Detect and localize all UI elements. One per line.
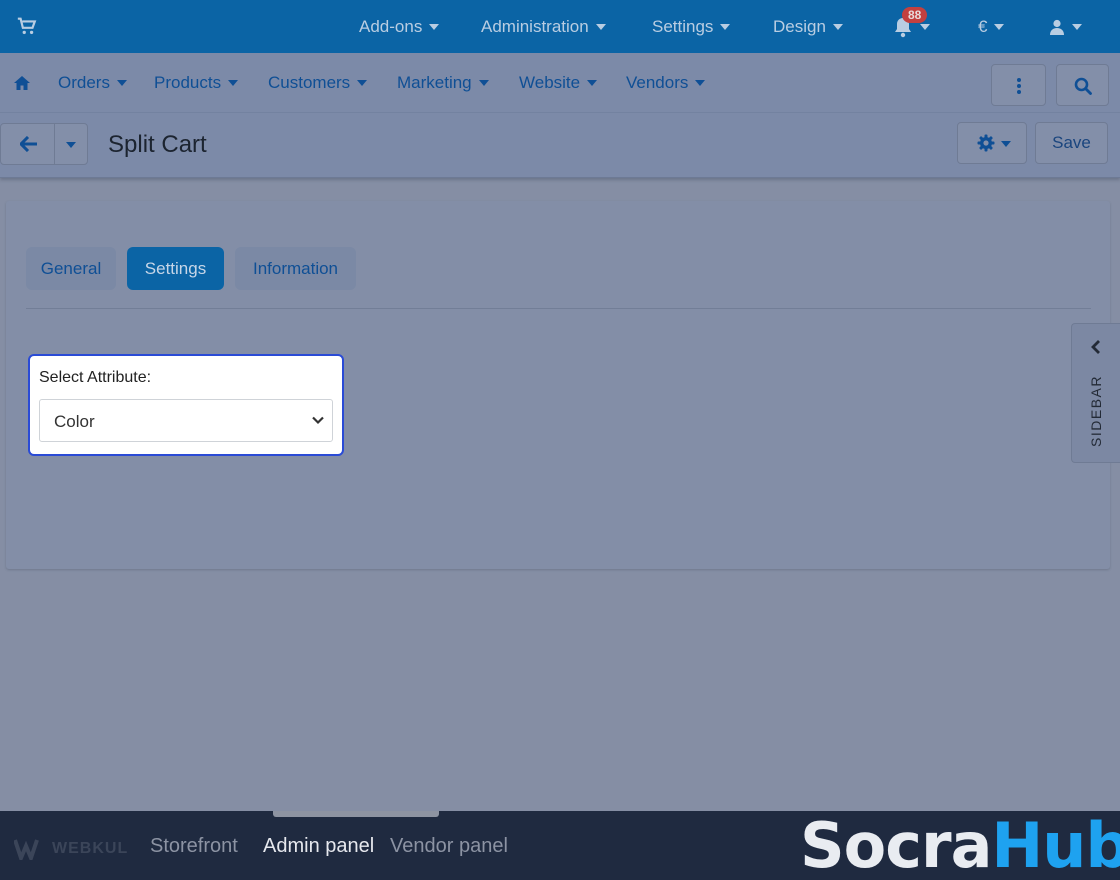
webkul-logo: WEBKUL — [14, 835, 128, 863]
user-icon — [1050, 19, 1064, 35]
admin-panel-link[interactable]: Admin panel — [263, 835, 374, 858]
caret-down-icon — [720, 23, 731, 30]
topnav-addons[interactable]: Add-ons — [359, 0, 440, 53]
drag-handle[interactable] — [273, 811, 439, 817]
home-icon — [14, 76, 30, 90]
chevron-left-icon — [1091, 340, 1100, 354]
notification-badge: 88 — [902, 7, 928, 23]
caret-down-icon — [1072, 23, 1082, 30]
caret-down-icon — [595, 23, 606, 30]
search-icon — [1074, 77, 1092, 95]
title-bar: Split Cart Save — [0, 113, 1120, 178]
caret-down-icon — [695, 80, 706, 86]
currency-selector[interactable]: € — [978, 0, 1005, 53]
arrow-left-icon[interactable] — [20, 136, 38, 152]
vertical-dots-icon — [1017, 78, 1021, 94]
nav-marketing[interactable]: Marketing — [397, 53, 489, 113]
sidebar-toggle[interactable]: SIDEBAR — [1071, 323, 1120, 463]
home-button[interactable] — [13, 53, 31, 113]
main-nav: Orders Products Customers Marketing Webs… — [0, 53, 1120, 113]
save-button[interactable]: Save — [1035, 122, 1108, 164]
caret-down-icon — [478, 80, 489, 86]
storefront-link[interactable]: Storefront — [150, 835, 238, 858]
caret-down-icon — [587, 80, 598, 86]
attribute-select[interactable]: Color — [39, 399, 333, 442]
caret-down-icon — [1001, 141, 1011, 147]
nav-products[interactable]: Products — [154, 53, 239, 113]
tab-divider — [26, 308, 1091, 309]
page-title: Split Cart — [108, 131, 207, 158]
chevron-down-icon — [312, 416, 324, 425]
nav-website[interactable]: Website — [519, 53, 598, 113]
back-button-group — [0, 123, 88, 165]
topnav-administration[interactable]: Administration — [481, 0, 606, 53]
caret-down-icon — [920, 23, 930, 30]
socrahub-watermark: SocraHub — [800, 809, 1120, 880]
select-attribute-label: Select Attribute: — [39, 369, 152, 386]
more-options-button[interactable] — [991, 64, 1046, 106]
search-button[interactable] — [1056, 64, 1109, 106]
nav-orders[interactable]: Orders — [58, 53, 127, 113]
nav-customers[interactable]: Customers — [268, 53, 368, 113]
caret-down-icon[interactable] — [66, 142, 76, 148]
cart-icon[interactable] — [16, 15, 38, 37]
nav-vendors[interactable]: Vendors — [626, 53, 706, 113]
settings-dropdown-button[interactable] — [957, 122, 1027, 164]
topnav-design[interactable]: Design — [773, 0, 843, 53]
attribute-select-value: Color — [54, 412, 95, 431]
vendor-panel-link[interactable]: Vendor panel — [390, 835, 508, 858]
caret-down-icon — [429, 23, 440, 30]
caret-down-icon — [994, 23, 1005, 30]
caret-down-icon — [228, 80, 239, 86]
user-menu[interactable] — [1049, 0, 1082, 53]
select-attribute-field: Select Attribute: Color — [28, 354, 344, 456]
topnav-settings[interactable]: Settings — [652, 0, 731, 53]
webkul-logo-icon — [14, 839, 39, 860]
sidebar-label: SIDEBAR — [1088, 375, 1104, 447]
divider — [54, 124, 55, 164]
tab-settings[interactable]: Settings — [127, 247, 224, 290]
gear-icon — [977, 134, 995, 152]
caret-down-icon — [357, 80, 368, 86]
caret-down-icon — [116, 80, 127, 86]
caret-down-icon — [832, 23, 843, 30]
top-bar: Add-ons Administration Settings Design 8… — [0, 0, 1120, 53]
tab-general[interactable]: General — [26, 247, 116, 290]
tab-information[interactable]: Information — [235, 247, 356, 290]
